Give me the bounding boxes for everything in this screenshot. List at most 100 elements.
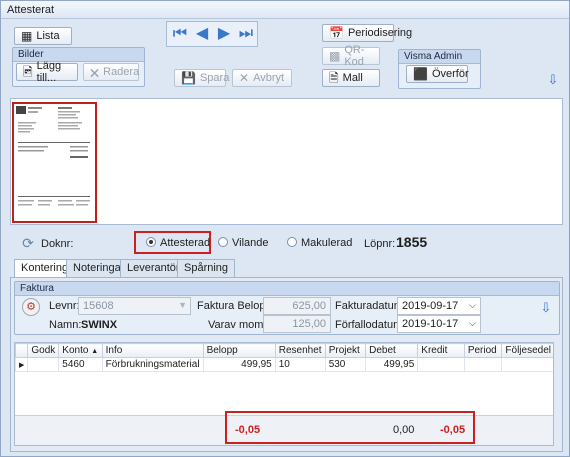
fakturadatum-picker[interactable]: 2019-09-17 ⌵ (397, 297, 481, 315)
cell-kredit[interactable] (417, 357, 465, 372)
attest-window: Attesterat ▦ Lista Bilder 🖻 Lägg till...… (0, 0, 570, 457)
invoice-document-icon (16, 106, 90, 206)
radera-button[interactable]: 🗙 Radera (83, 63, 139, 81)
column-header-godk[interactable]: Godk (27, 343, 60, 358)
levnr-value: 15608 (83, 300, 114, 312)
first-record-icon[interactable]: ⏮ (171, 25, 189, 43)
fakturadatum-label: Fakturadatum: (335, 300, 406, 312)
lista-label: Lista (36, 30, 60, 42)
next-record-icon[interactable]: ▶ (215, 25, 233, 43)
lagg-till-button[interactable]: 🖻 Lägg till... (16, 60, 78, 84)
cell-info[interactable]: Förbrukningsmaterial (101, 357, 204, 372)
column-header-resenhet[interactable]: Resenhet (274, 343, 326, 358)
namn-label: Namn: (49, 319, 82, 331)
cell-projekt[interactable]: 530 (324, 357, 367, 372)
calendar-clock-icon: 📅 (329, 26, 344, 40)
qr-kod-button[interactable]: ▩ QR-Kod (322, 44, 380, 68)
radio-makulerad-label: Makulerad (301, 237, 353, 249)
mall-button[interactable]: 🗎 Mall (322, 69, 380, 87)
supplier-lookup-icon[interactable]: ⚙ (22, 298, 40, 316)
total-belopp: -0,05 (235, 424, 261, 436)
lista-button[interactable]: ▦ Lista (14, 27, 72, 45)
column-header-foljesedel[interactable]: Följesedel (501, 343, 553, 358)
spara-button[interactable]: 💾 Spara (174, 69, 230, 87)
row-pointer-icon: ▶ (15, 357, 29, 372)
forfallodatum-picker[interactable]: 2019-10-17 ⌵ (397, 315, 481, 333)
overfor-button[interactable]: ⬛ Överför (406, 65, 469, 83)
total-kredit: -0,05 (440, 424, 466, 436)
faktura-belopp-field[interactable]: 625,00 (263, 297, 331, 315)
chevron-down-icon: ⌵ (469, 318, 476, 328)
table-row[interactable]: ▶ 5460 Förbrukningsmaterial 499,95 10 53… (15, 357, 553, 372)
cancel-icon: ✕ (239, 71, 250, 85)
visma-admin-group-title: Visma Admin (399, 50, 480, 64)
column-header-period[interactable]: Period (463, 343, 503, 358)
qr-label: QR-Kod (344, 44, 365, 68)
radio-unselected-icon (287, 237, 297, 247)
sort-ascending-icon: ▲ (91, 348, 99, 355)
radio-selected-icon (146, 237, 156, 247)
levnr-label: Levnr: (49, 300, 80, 312)
chevron-down-icon: ⌵ (469, 300, 476, 310)
totals-highlight (225, 411, 475, 444)
row-indicator-header (15, 343, 29, 358)
chevron-down-icon: ▼ (178, 300, 187, 310)
total-debet: 0,00 (393, 424, 415, 436)
spara-label: Spara (199, 72, 230, 84)
previous-record-icon[interactable]: ◀ (193, 25, 211, 43)
save-icon: 💾 (181, 71, 196, 85)
column-header-konto-label: Konto (62, 345, 89, 356)
doknr-label: Doknr: (41, 238, 74, 250)
levnr-combobox[interactable]: 15608 ▼ (78, 297, 191, 315)
periodisering-button[interactable]: 📅 Periodisering (322, 24, 412, 42)
column-header-konto[interactable]: Konto ▲ (58, 343, 103, 358)
cell-belopp[interactable]: 499,95 (202, 357, 276, 372)
varav-moms-field[interactable]: 125,00 (263, 315, 331, 333)
column-header-info[interactable]: Info (101, 343, 204, 358)
delete-image-icon: 🗙 (90, 65, 100, 79)
periodisering-label: Periodisering (347, 27, 413, 39)
column-header-projekt[interactable]: Projekt (324, 343, 367, 358)
kontering-table: Godk Konto ▲ Info Belopp Resenhet Projek… (15, 343, 553, 372)
transfer-icon: ⬛ (413, 67, 428, 81)
bilder-group-title: Bilder (13, 48, 144, 62)
fakturadatum-value: 2019-09-17 (402, 300, 459, 312)
column-header-debet[interactable]: Debet (365, 343, 419, 358)
tab-sparning[interactable]: Spårning (177, 259, 236, 277)
last-record-icon[interactable]: ⏭ (237, 25, 255, 43)
template-icon: 🗎 (329, 71, 339, 85)
radio-vilande[interactable]: Vilande (218, 237, 269, 249)
qr-code-icon: ▩ (329, 49, 341, 63)
lagg-till-label: Lägg till... (36, 60, 62, 84)
cell-period[interactable] (463, 357, 503, 372)
lopnr-value: 1855 (396, 234, 428, 250)
window-title: Attesterat (1, 1, 569, 19)
mall-label: Mall (342, 72, 363, 84)
faktura-group-title: Faktura (15, 282, 559, 296)
radio-attesterad-label: Attesterad (160, 237, 211, 249)
cell-resenhet[interactable]: 10 (274, 357, 326, 372)
column-header-kredit[interactable]: Kredit (417, 343, 465, 358)
cell-foljesedel[interactable] (501, 357, 553, 372)
avbryt-label: Avbryt (253, 72, 285, 84)
list-icon: ▦ (21, 29, 33, 43)
refresh-icon[interactable]: ⟳ (19, 235, 37, 251)
lopnr-label: Löpnr: (364, 238, 396, 250)
cell-godk[interactable] (27, 357, 60, 372)
radio-makulerad[interactable]: Makulerad (287, 237, 352, 249)
radera-label: Radera (103, 66, 140, 78)
scroll-down-arrow-icon[interactable]: ⇩ (544, 71, 562, 89)
forfallodatum-label: Förfallodatum: (335, 319, 406, 331)
cell-debet[interactable]: 499,95 (365, 357, 419, 372)
grid-header-row: Godk Konto ▲ Info Belopp Resenhet Projek… (15, 343, 553, 358)
radio-vilande-label: Vilande (232, 237, 269, 249)
forfallodatum-value: 2019-10-17 (402, 318, 459, 330)
column-header-belopp[interactable]: Belopp (202, 343, 276, 358)
expand-arrow-icon[interactable]: ⇩ (537, 299, 555, 317)
add-image-icon: 🖻 (23, 65, 33, 79)
avbryt-button[interactable]: ✕ Avbryt (232, 69, 292, 87)
radio-attesterad[interactable]: Attesterad (146, 237, 210, 249)
overfor-label: Överför (431, 68, 469, 80)
invoice-thumbnail[interactable] (12, 102, 97, 223)
cell-konto[interactable]: 5460 (58, 357, 103, 372)
